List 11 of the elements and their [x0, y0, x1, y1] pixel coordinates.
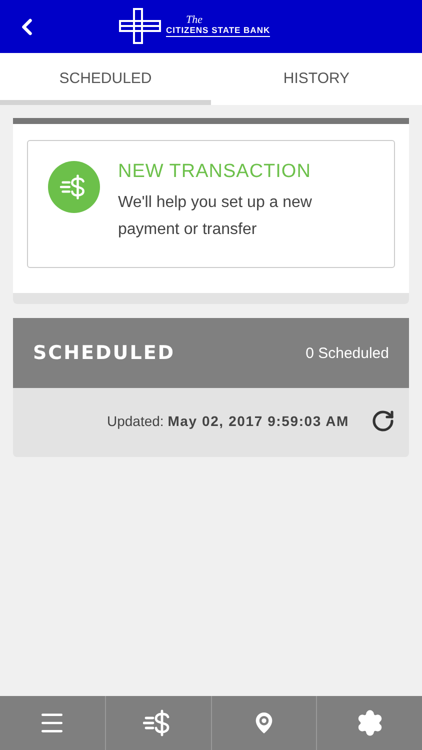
logo-tagline: The — [186, 15, 202, 25]
refresh-button[interactable] — [371, 408, 395, 432]
updated-text: Updated: May 02, 2017 9:59:03 AM — [106, 412, 349, 428]
refresh-icon — [371, 408, 395, 432]
card-description: We'll help you set up a new payment or transfer — [118, 193, 313, 240]
bank-logo-icon — [118, 8, 162, 44]
card-title: NEW TRANSACTION — [118, 161, 312, 183]
new-transaction-card[interactable]: NEW TRANSACTION We'll help you set up a new payment or transfer — [27, 140, 395, 268]
bank-name: CITIZENS STATE BANK — [166, 25, 270, 35]
section-title: SCHEDULED — [33, 342, 176, 364]
scheduled-count: 0 Scheduled — [306, 344, 389, 362]
